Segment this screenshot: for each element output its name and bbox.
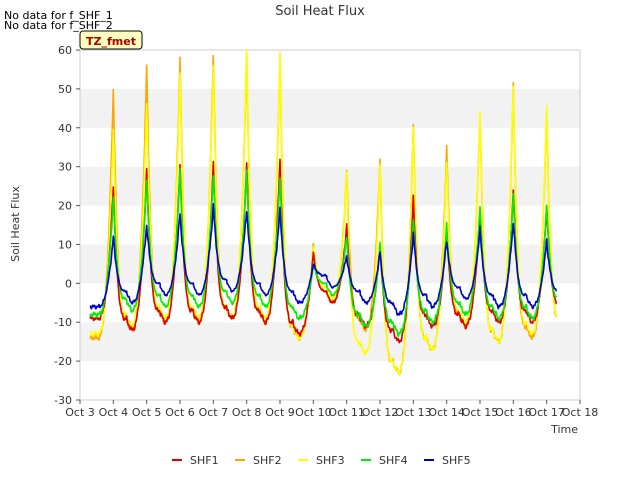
x-axis-label: Time [550,423,578,436]
chart-title: Soil Heat Flux [275,4,365,19]
tz-badge-label: TZ_fmet [86,35,136,48]
x-tick-label: Oct 8 [232,406,262,419]
x-tick-label: Oct 3 [65,406,95,419]
x-tick-label: Oct 5 [132,406,162,419]
legend-item-shf1: SHF1 [172,454,219,467]
x-tick-label: Oct 4 [99,406,129,419]
legend-label: SHF1 [190,454,219,467]
x-tick-label: Oct 13 [395,406,432,419]
legend-label: SHF2 [253,454,282,467]
grid-band [80,244,580,284]
grid-bands [80,50,580,400]
x-tick-label: Oct 16 [495,406,532,419]
y-tick-label: -20 [54,355,72,368]
x-tick-label: Oct 11 [328,406,365,419]
y-tick-label: 40 [58,122,72,135]
legend-label: SHF5 [442,454,471,467]
soil-heat-flux-chart: -30-20-100102030405060Oct 3 Oct 4 Oct 5 Oct… [4,4,599,467]
x-tick-label: Oct 10 [295,406,332,419]
no-data-note-2: No data for f_SHF_2 [4,19,113,32]
y-tick-label: 10 [58,238,72,251]
grid-band [80,88,580,128]
grid-band [80,166,580,206]
x-tick-label: Oct 17 [528,406,565,419]
grid-band [80,322,580,362]
y-tick-label: 60 [58,44,72,57]
tz-badge: TZ_fmet [79,30,143,50]
y-tick-label: 30 [58,161,72,174]
grid-band [80,205,580,245]
y-tick-label: -10 [54,316,72,329]
legend-label: SHF3 [316,454,345,467]
y-tick-label: 0 [65,277,72,290]
x-tick-label: Oct 9 [265,406,295,419]
x-tick-label: Oct 15 [462,406,499,419]
grid-band [80,50,580,89]
x-tick-label: Oct 7 [199,406,229,419]
grid-band [80,127,580,167]
x-tick-label: Oct 18 [562,406,599,419]
legend-label: SHF4 [379,454,408,467]
y-tick-label: 50 [58,83,72,96]
y-tick-label: 20 [58,200,72,213]
legend-item-shf5: SHF5 [424,454,471,467]
grid-band [80,361,580,400]
legend-item-shf2: SHF2 [235,454,282,467]
x-tick-label: Oct 12 [362,406,399,419]
legend-item-shf4: SHF4 [361,454,408,467]
legend: SHF1 SHF2 SHF3 SHF4 SHF5 [172,454,471,467]
legend-item-shf3: SHF3 [298,454,345,467]
x-tick-label: Oct 6 [165,406,195,419]
x-tick-label: Oct 14 [428,406,465,419]
y-axis-label: Soil Heat Flux [9,186,22,262]
